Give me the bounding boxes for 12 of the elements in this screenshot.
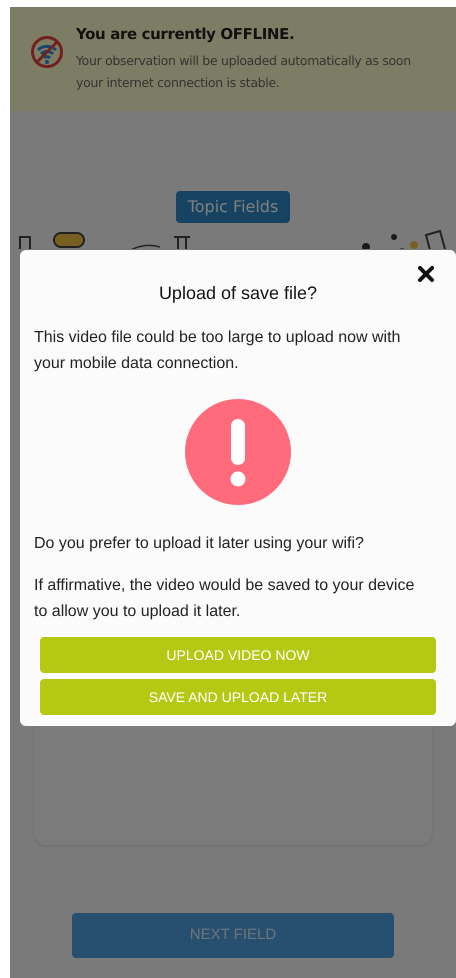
offline-message: Your observation will be uploaded automatically as soon your internet connection is stable. [76,52,412,92]
next-field-button[interactable]: NEXT FIELD [72,913,394,958]
dialog-action-button[interactable]: SAVE AND UPLOAD LATER [40,679,436,715]
topic-label: Topic Fields [176,191,290,223]
dialog-note: If affirmative, the video would be saved to your device to allow you to upload it later. [34,576,416,622]
dialog-question: Do you prefer to upload it later using your wifi? [34,534,365,554]
dialog-title: Upload of save file? [158,282,318,305]
dialog-intro: This video file could be too large to upload now with your mobile data connection. [34,328,402,374]
no-wifi-icon [30,35,64,69]
exclamation-icon [185,399,291,505]
offline-title: You are currently OFFLINE. [76,24,296,45]
dialog-action-button[interactable]: UPLOAD VIDEO NOW [40,637,436,673]
